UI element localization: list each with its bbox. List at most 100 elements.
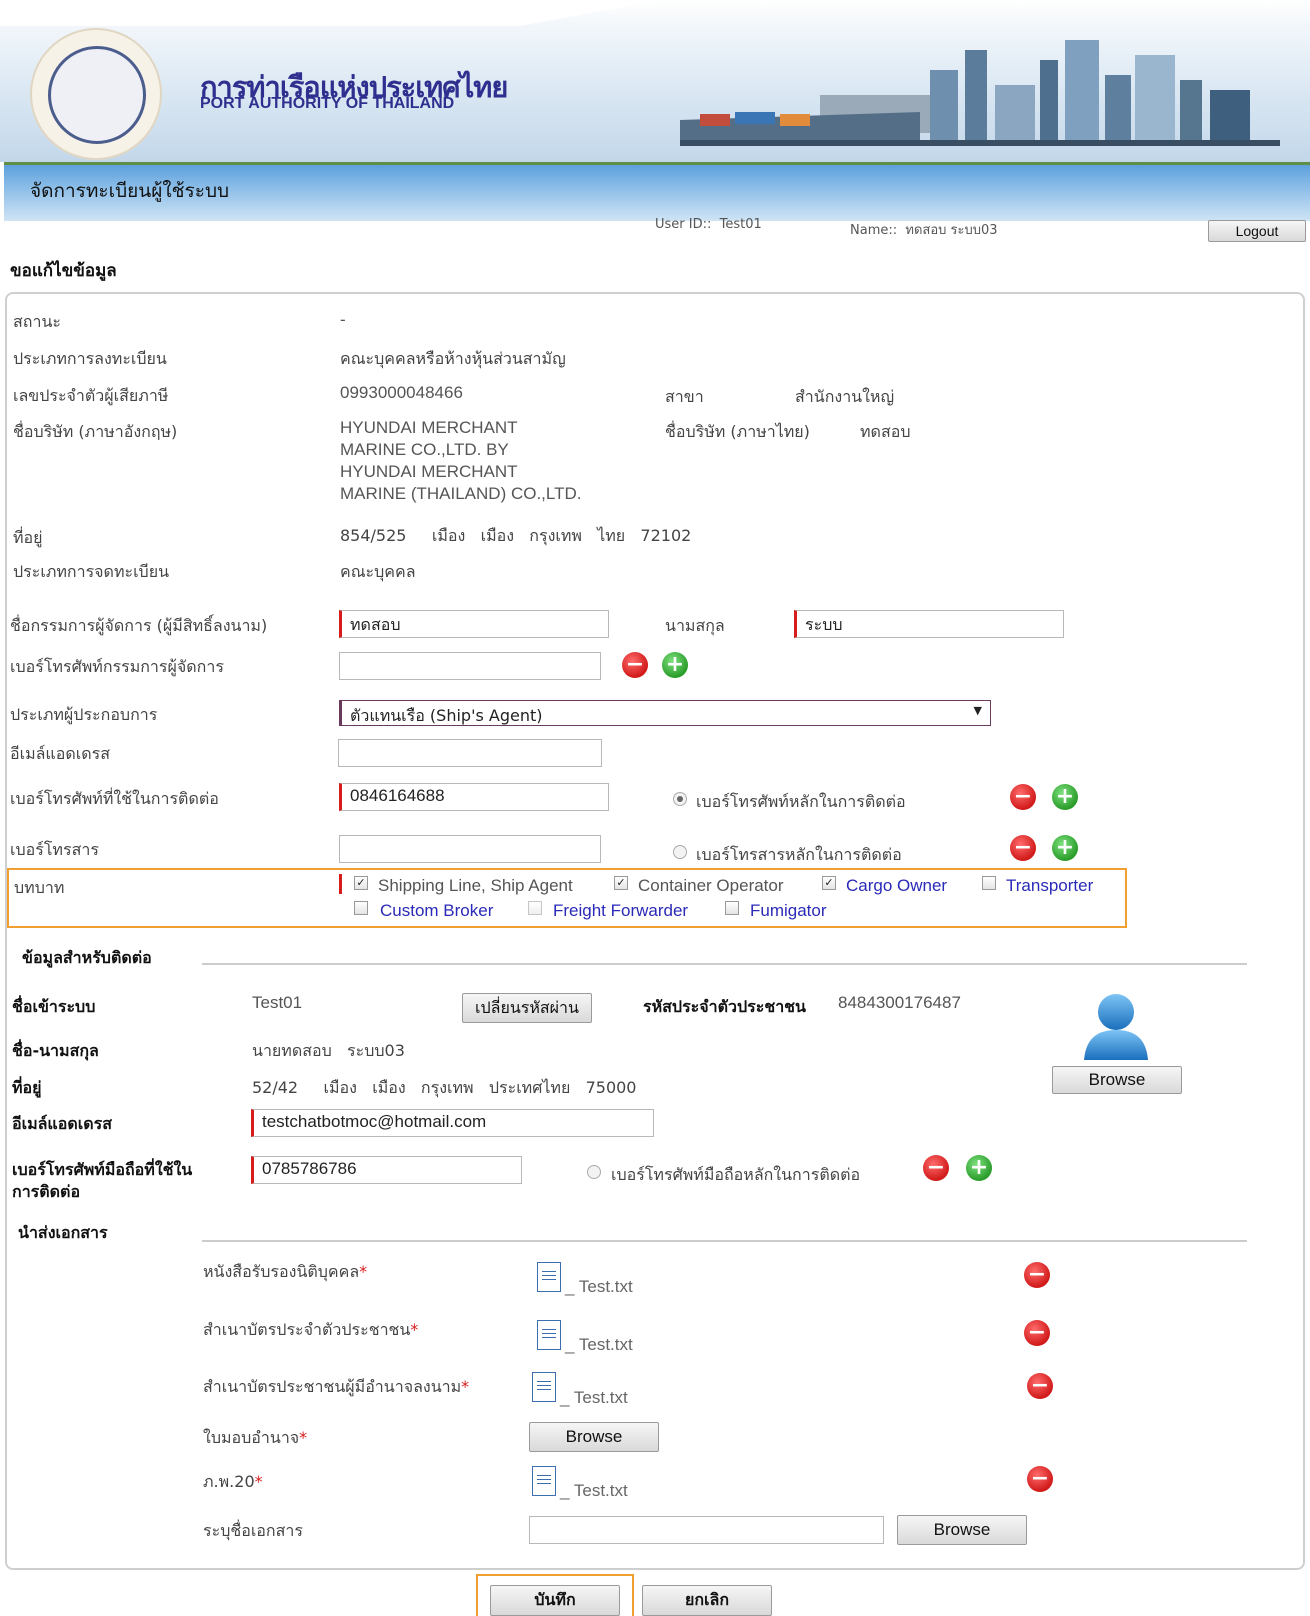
add-mobile-icon[interactable]: +	[966, 1155, 992, 1181]
remove-id-card-icon[interactable]: −	[1024, 1320, 1050, 1346]
avatar-browse-button[interactable]: Browse	[1052, 1066, 1182, 1094]
registration-type-value: คณะบุคคลหรือห้างหุ้นส่วนสามัญ	[340, 349, 566, 368]
main-fax-radio[interactable]	[673, 845, 687, 859]
role-checkbox-fumigator[interactable]	[725, 901, 739, 915]
remove-pp20-icon[interactable]: −	[1027, 1466, 1053, 1492]
logo-text-english: PORT AUTHORITY OF THAILAND	[200, 95, 455, 112]
user-avatar-icon	[1084, 994, 1148, 1060]
save-button[interactable]: บันทึก	[490, 1585, 620, 1616]
documents-divider	[202, 1240, 1247, 1242]
main-phone-radio-label: เบอร์โทรศัพท์หลักในการติดต่อ	[696, 792, 906, 811]
company-name-en-line-1: HYUNDAI MERCHANT	[340, 418, 518, 437]
main-mobile-radio-label: เบอร์โทรศัพท์มือถือหลักในการติดต่อ	[611, 1165, 861, 1184]
contact-section-title: ข้อมูลสำหรับติดต่อ	[22, 948, 152, 967]
login-name-label: ชื่อเข้าระบบ	[12, 997, 96, 1016]
fullname-label: ชื่อ-นามสกุล	[12, 1041, 99, 1060]
role-checkbox-container-operator[interactable]: ✓	[614, 876, 628, 890]
role-checkbox-custom-broker[interactable]	[354, 901, 368, 915]
branch-value: สำนักงานใหญ่	[795, 387, 895, 406]
director-name-label: ชื่อกรรมการผู้จัดการ (ผู้มีสิทธิ์ลงนาม)	[10, 616, 268, 635]
login-name-value: Test01	[252, 993, 303, 1012]
remove-mobile-icon[interactable]: −	[923, 1155, 949, 1181]
role-label-transporter: Transporter	[1006, 876, 1094, 895]
user-name-label: Name:: ทดสอบ ระบบ03	[850, 223, 998, 238]
contact-email-input[interactable]: testchatbotmoc@hotmail.com	[251, 1109, 654, 1137]
contact-phone-input[interactable]: 0846164688	[339, 783, 609, 811]
required-marker	[339, 874, 342, 894]
file-icon	[532, 1466, 556, 1496]
chevron-down-icon: ▼	[973, 704, 982, 717]
contact-address-label: ที่อยู่	[12, 1078, 42, 1097]
section-title: ขอแก้ไขข้อมูล	[10, 261, 117, 281]
doc-label-id-card: สำเนาบัตรประจำตัวประชาชน*	[203, 1320, 419, 1339]
citizen-id-label: รหัสประจำตัวประชาชน	[643, 997, 806, 1016]
doc-label-signer-id-card: สำเนาบัตรประชาชนผู้มีอำนาจลงนาม*	[203, 1377, 470, 1396]
company-name-en-line-2: MARINE CO.,LTD. BY	[340, 440, 509, 459]
add-director-phone-icon[interactable]: +	[662, 652, 688, 678]
cancel-button[interactable]: ยกเลิก	[642, 1585, 772, 1616]
role-label-freight-forwarder: Freight Forwarder	[553, 901, 689, 920]
role-label-custom-broker: Custom Broker	[380, 901, 494, 920]
file-name-signer-id-card[interactable]: _ Test.txt	[560, 1388, 628, 1408]
doc-label-power-of-attorney: ใบมอบอำนาจ*	[203, 1428, 308, 1447]
seal-emblem-icon	[48, 46, 146, 144]
remove-company-cert-icon[interactable]: −	[1024, 1262, 1050, 1288]
power-of-attorney-browse-button[interactable]: Browse	[529, 1422, 659, 1452]
other-document-name-input[interactable]	[529, 1516, 884, 1544]
fullname-value: นายทดสอบ ระบบ03	[252, 1041, 405, 1060]
contact-phone-label: เบอร์โทรศัพท์ที่ใช้ในการติดต่อ	[10, 789, 219, 808]
file-name-id-card[interactable]: _ Test.txt	[565, 1335, 633, 1355]
contact-email-label: อีเมล์แอดเดรส	[12, 1114, 112, 1133]
tax-id-label: เลขประจำตัวผู้เสียภาษี	[13, 386, 169, 405]
main-phone-radio[interactable]	[673, 792, 687, 806]
change-password-button[interactable]: เปลี่ยนรหัสผ่าน	[462, 993, 592, 1023]
edit-form-container	[5, 292, 1305, 1570]
role-checkbox-freight-forwarder[interactable]	[528, 901, 542, 915]
add-fax-icon[interactable]: +	[1052, 835, 1078, 861]
fax-input[interactable]	[339, 835, 601, 863]
director-phone-input[interactable]	[339, 652, 601, 680]
banner-notch	[0, 0, 660, 26]
role-label-container-operator: Container Operator	[638, 876, 784, 895]
company-email-input[interactable]	[338, 739, 602, 767]
director-lastname-input[interactable]: ระบบ	[794, 610, 1064, 638]
doc-label-pp20: ภ.พ.20*	[203, 1472, 263, 1491]
logout-button[interactable]: Logout	[1208, 220, 1306, 242]
tax-id-value: 0993000048466	[340, 383, 463, 402]
documents-section-title: นำส่งเอกสาร	[18, 1223, 108, 1242]
port-skyline-illustration	[680, 40, 1280, 146]
company-name-en-line-4: MARINE (THAILAND) CO.,LTD.	[340, 484, 582, 503]
file-name-pp20[interactable]: _ Test.txt	[560, 1481, 628, 1501]
role-label-fumigator: Fumigator	[750, 901, 827, 920]
operator-type-select[interactable]: ตัวแทนเรือ (Ship's Agent) ▼	[339, 700, 991, 726]
remove-director-phone-icon[interactable]: −	[622, 652, 648, 678]
role-checkbox-shipping-line[interactable]: ✓	[354, 876, 368, 890]
role-label-cargo-owner: Cargo Owner	[846, 876, 948, 895]
branch-label: สาขา	[665, 387, 704, 406]
company-address-value: 854/525 เมือง เมือง กรุงเทพ ไทย 72102	[340, 526, 692, 545]
role-checkbox-transporter[interactable]	[982, 876, 996, 890]
company-name-th-value: ทดสอบ	[860, 422, 911, 441]
role-checkbox-cargo-owner[interactable]: ✓	[822, 876, 836, 890]
main-mobile-radio[interactable]	[587, 1165, 601, 1179]
contact-address-value: 52/42 เมือง เมือง กรุงเทพ ประเทศไทย 7500…	[252, 1078, 637, 1097]
company-address-label: ที่อยู่	[13, 528, 43, 547]
fax-label: เบอร์โทรสาร	[10, 840, 99, 859]
file-icon	[537, 1262, 561, 1292]
email-label: อีเมล์แอดเดรส	[10, 744, 110, 763]
director-firstname-input[interactable]: ทดสอบ	[339, 610, 609, 638]
role-label: บทบาท	[14, 878, 65, 897]
doc-label-company-cert: หนังสือรับรองนิติบุคคล*	[203, 1262, 368, 1281]
add-contact-phone-icon[interactable]: +	[1052, 784, 1078, 810]
mobile-input[interactable]: 0785786786	[251, 1156, 522, 1184]
remove-signer-id-card-icon[interactable]: −	[1027, 1373, 1053, 1399]
remove-contact-phone-icon[interactable]: −	[1010, 784, 1036, 810]
remove-fax-icon[interactable]: −	[1010, 835, 1036, 861]
file-icon	[537, 1320, 561, 1350]
company-name-th-label: ชื่อบริษัท (ภาษาไทย)	[665, 422, 810, 441]
status-label: สถานะ	[13, 312, 61, 331]
user-id-label: User ID:: Test01	[655, 217, 762, 232]
other-document-browse-button[interactable]: Browse	[897, 1515, 1027, 1545]
file-name-company-cert[interactable]: _ Test.txt	[565, 1277, 633, 1297]
role-label-shipping-line: Shipping Line, Ship Agent	[378, 876, 573, 895]
